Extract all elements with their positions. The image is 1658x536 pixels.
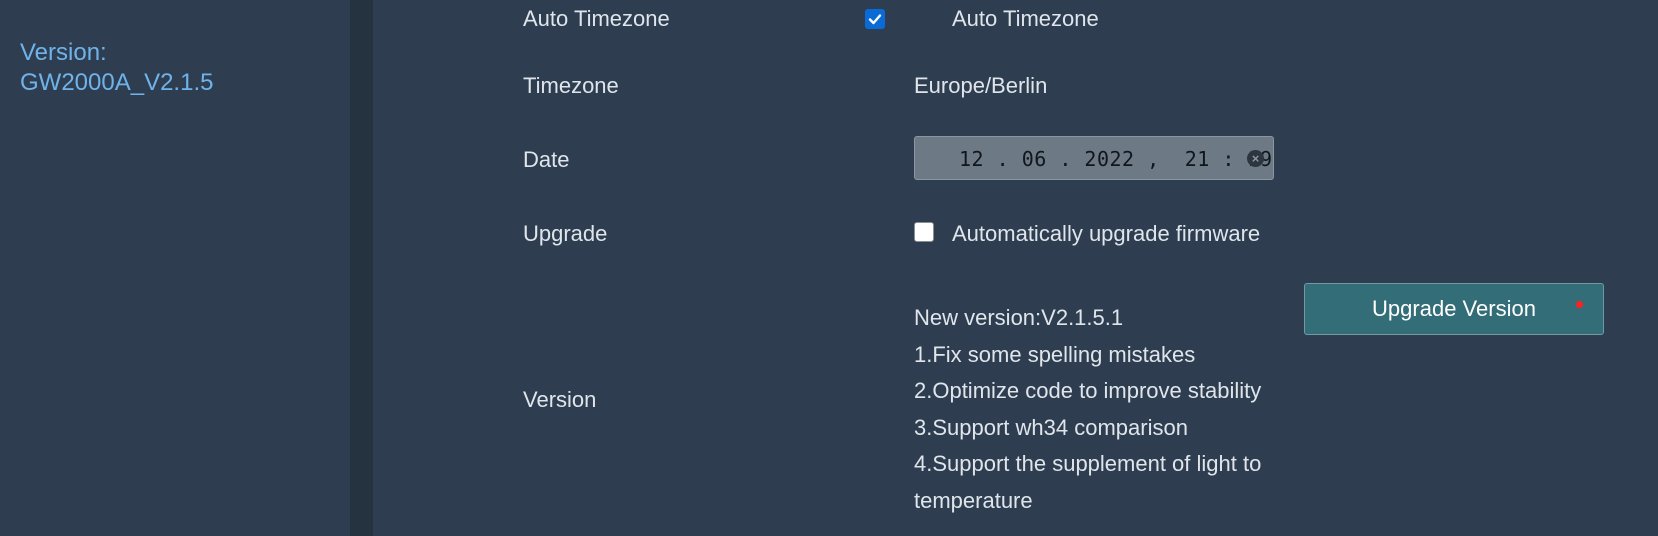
release-notes-line: New version:V2.1.5.1: [914, 305, 1124, 330]
upgrade-version-button[interactable]: Upgrade Version: [1304, 283, 1604, 335]
check-icon: [868, 14, 882, 25]
release-notes-line: 4.Support the supplement of light to: [914, 451, 1262, 476]
sidebar-divider: [350, 0, 373, 536]
auto-timezone-checkbox-label[interactable]: Auto Timezone: [952, 6, 1099, 32]
date-value[interactable]: 12 . 06 . 2022 , 21 : 19: [959, 147, 1273, 171]
auto-upgrade-checkbox-label[interactable]: Automatically upgrade firmware: [952, 221, 1260, 247]
close-circle-icon[interactable]: ×: [1247, 150, 1264, 167]
release-notes-line: temperature: [914, 487, 1033, 513]
timezone-label: Timezone: [523, 73, 619, 98]
settings-panel: Auto Timezone Auto Timezone Timezone Eur…: [373, 0, 1658, 536]
version-label: Version: [523, 387, 597, 412]
sidebar-version-title: Version:: [20, 39, 107, 66]
release-notes: New version:V2.1.5.1 1.Fix some spelling…: [914, 300, 1294, 519]
release-notes-line: 1.Fix some spelling mistakes: [914, 341, 1196, 367]
auto-timezone-checkbox[interactable]: [865, 9, 885, 29]
release-notes-line: 3.Support wh34 comparison: [914, 414, 1188, 440]
upgrade-version-button-label: Upgrade Version: [1372, 296, 1536, 321]
sidebar: Version: GW2000A_V2.1.5: [0, 0, 350, 536]
date-label: Date: [523, 147, 570, 172]
auto-timezone-label: Auto Timezone: [523, 6, 670, 31]
timezone-value: Europe/Berlin: [914, 73, 1048, 98]
release-notes-line: 2.Optimize code to improve stability: [914, 378, 1262, 403]
date-input[interactable]: 12 . 06 . 2022 , 21 : 19 ×: [914, 136, 1274, 180]
auto-upgrade-checkbox[interactable]: [914, 222, 934, 242]
sidebar-version-value: GW2000A_V2.1.5: [20, 69, 214, 96]
notification-dot: [1576, 301, 1583, 308]
upgrade-label: Upgrade: [523, 221, 608, 246]
sidebar-version: Version: GW2000A_V2.1.5: [20, 38, 213, 98]
